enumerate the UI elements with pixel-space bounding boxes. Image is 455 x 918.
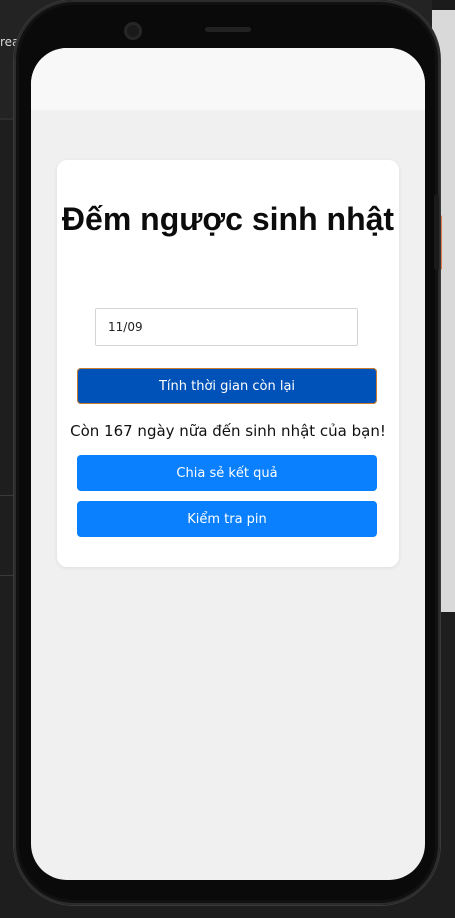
status-bar [31,48,425,110]
camera-icon [124,22,142,40]
countdown-card: Đếm ngược sinh nhật Tính thời gian còn l… [57,160,399,567]
countdown-result-text: Còn 167 ngày nữa đến sinh nhật của bạn! [70,422,386,440]
check-battery-button[interactable]: Kiểm tra pin [77,501,377,537]
birthday-date-input[interactable] [95,308,358,346]
calculate-button-label: Tính thời gian còn lại [158,378,296,394]
phone-side-button [434,195,439,270]
share-button-label: Chia sẻ kết quả [176,465,278,481]
editor-side-panel-header [432,0,455,10]
speaker-grille [205,27,251,32]
share-result-button[interactable]: Chia sẻ kết quả [77,455,377,491]
battery-button-label: Kiểm tra pin [187,511,267,527]
calculate-remaining-time-button[interactable]: Tính thời gian còn lại [77,368,377,404]
page-title: Đếm ngược sinh nhật [61,201,395,237]
phone-screen: Đếm ngược sinh nhật Tính thời gian còn l… [31,48,425,880]
stage: rea Đếm ngược sinh nhật Tính thời gian c… [0,0,455,918]
